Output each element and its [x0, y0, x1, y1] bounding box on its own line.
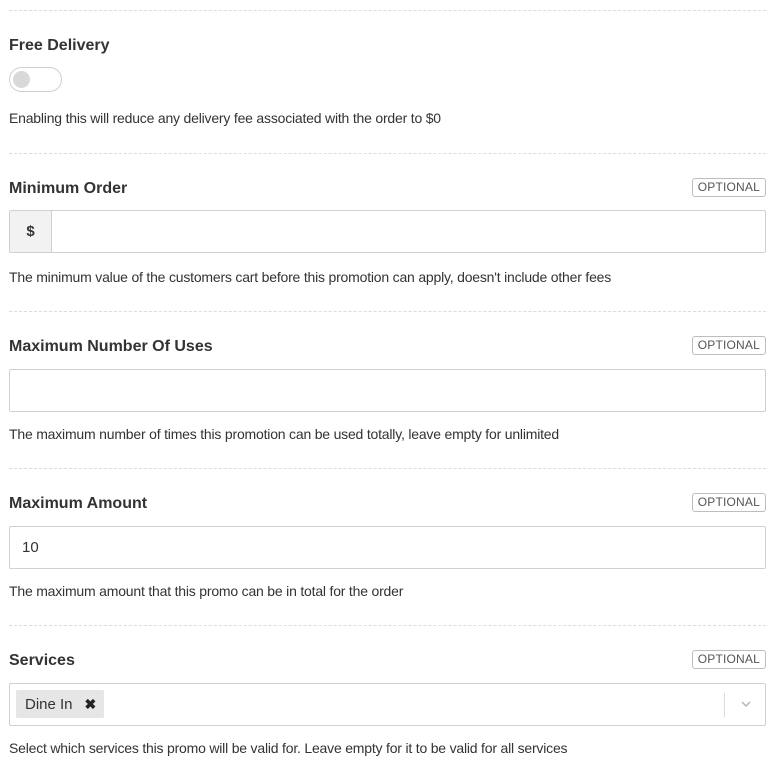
services-help: Select which services this promo will be… — [9, 740, 568, 756]
free-delivery-label: Free Delivery — [9, 37, 110, 54]
optional-badge: OPTIONAL — [691, 178, 766, 197]
service-tag-dine-in: Dine In ✖ — [16, 690, 105, 718]
close-icon[interactable]: ✖ — [85, 696, 97, 713]
section-divider — [9, 468, 766, 469]
minimum-order-help: The minimum value of the customers cart … — [9, 269, 612, 285]
free-delivery-toggle[interactable] — [9, 67, 62, 92]
services-select[interactable]: Dine In ✖ — [9, 683, 766, 726]
minimum-order-label: Minimum Order — [9, 180, 128, 197]
max-uses-help: The maximum number of times this promoti… — [9, 426, 559, 442]
optional-badge: OPTIONAL — [691, 336, 766, 355]
section-divider — [9, 625, 766, 626]
free-delivery-help: Enabling this will reduce any delivery f… — [9, 110, 441, 126]
optional-badge: OPTIONAL — [691, 650, 766, 669]
section-divider — [9, 153, 766, 154]
max-uses-label: Maximum Number Of Uses — [9, 338, 213, 355]
optional-badge: OPTIONAL — [691, 493, 766, 512]
section-divider — [9, 311, 766, 312]
currency-prefix: $ — [10, 211, 52, 252]
chevron-down-icon[interactable] — [739, 697, 753, 711]
section-divider — [9, 10, 766, 11]
minimum-order-input[interactable]: $ — [9, 210, 766, 253]
services-label: Services — [9, 652, 75, 669]
service-tag-label: Dine In — [25, 695, 73, 713]
max-amount-label: Maximum Amount — [9, 495, 148, 512]
select-separator — [724, 693, 725, 717]
max-amount-input[interactable]: 10 — [9, 526, 766, 569]
max-amount-value: 10 — [22, 539, 39, 556]
max-amount-help: The maximum amount that this promo can b… — [9, 583, 404, 599]
toggle-knob — [13, 71, 30, 88]
max-uses-input[interactable] — [9, 369, 766, 412]
